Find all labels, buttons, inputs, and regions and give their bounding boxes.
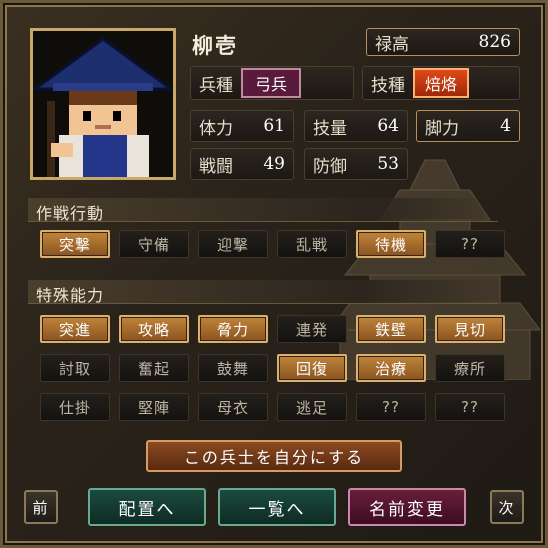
unit-portrait [30,28,176,180]
tactic-button[interactable]: 突撃 [40,230,110,258]
tactic-button[interactable]: 迎撃 [198,230,268,258]
ability-button[interactable]: 鉄壁 [356,315,426,343]
unit-type-box: 兵種 弓兵 [190,66,354,100]
deploy-button[interactable]: 配置へ [88,488,206,526]
tactic-label: 乱戦 [295,235,328,254]
unit-name: 柳壱 [192,34,238,58]
tactic-button[interactable]: 待機 [356,230,426,258]
rename-label: 名前変更 [369,499,445,520]
stat-skill: 技量 64 [304,110,408,142]
castle-background-icon [330,159,540,380]
archer-portrait-icon [33,31,173,177]
ability-button[interactable]: ?? [356,393,426,421]
ability-label: 討取 [58,359,91,378]
ability-label: ?? [461,398,479,416]
ability-label: ?? [382,398,400,416]
stat-label: 体力 [199,118,233,139]
ability-label: 逃足 [295,398,328,417]
ability-label: 鉄壁 [374,320,407,339]
ability-label: 治療 [374,359,407,378]
ability-button[interactable]: 脅力 [198,315,268,343]
stat-combat: 戦闘 49 [190,148,294,180]
stat-value: 53 [377,154,399,174]
next-button[interactable]: 次 [490,490,524,524]
ability-button[interactable]: 鼓舞 [198,354,268,382]
ability-button[interactable]: 連発 [277,315,347,343]
ability-label: 鼓舞 [216,359,249,378]
tactic-label: 突撃 [58,235,91,254]
ability-label: 堅陣 [137,398,170,417]
tactic-button[interactable]: 乱戦 [277,230,347,258]
prev-button[interactable]: 前 [24,490,58,524]
ability-label: 奮起 [137,359,170,378]
tactic-button[interactable]: 守備 [119,230,189,258]
tactics-header: 作戦行動 [28,198,498,223]
tactic-label: 待機 [374,235,407,254]
ability-button[interactable]: 突進 [40,315,110,343]
unit-type-label: 兵種 [199,75,233,96]
tactic-label: 守備 [137,235,170,254]
ability-button[interactable]: ?? [435,393,505,421]
ability-label: 連発 [295,320,328,339]
stat-value: 4 [500,116,511,136]
tactic-label: 迎撃 [216,235,249,254]
ability-button[interactable]: 治療 [356,354,426,382]
salary-box: 禄高 826 [366,28,520,56]
stat-hp: 体力 61 [190,110,294,142]
tactic-button[interactable]: ?? [435,230,505,258]
ability-button[interactable]: 討取 [40,354,110,382]
deploy-label: 配置へ [118,499,176,520]
ability-label: 見切 [453,320,486,339]
tactic-label: ?? [461,235,479,253]
ability-button[interactable]: 逃足 [277,393,347,421]
stat-value: 49 [263,154,285,174]
tactics-title: 作戦行動 [36,204,105,223]
stat-defense: 防御 53 [304,148,408,180]
stat-label: 防御 [313,156,347,177]
recruit-button[interactable]: この兵士を自分にする [146,440,402,472]
unit-type-value: 弓兵 [241,68,302,98]
ability-button[interactable]: 見切 [435,315,505,343]
recruit-label: この兵士を自分にする [183,448,365,467]
ability-button[interactable]: 母衣 [198,393,268,421]
salary-value: 826 [478,32,511,52]
abilities-header: 特殊能力 [28,280,498,305]
skill-type-value: 焙烙 [413,68,470,98]
ability-label: 攻略 [137,320,170,339]
ability-label: 脅力 [216,320,249,339]
ability-button[interactable]: 療所 [435,354,505,382]
ability-button[interactable]: 奮起 [119,354,189,382]
stat-label: 戦闘 [199,156,233,177]
ability-label: 回復 [295,359,328,378]
stat-label: 脚力 [425,118,459,139]
ability-button[interactable]: 回復 [277,354,347,382]
abilities-title: 特殊能力 [36,286,105,305]
skill-type-box: 技種 焙烙 [362,66,520,100]
list-label: 一覧へ [248,499,306,520]
stat-value: 61 [263,116,285,136]
ability-button[interactable]: 仕掛 [40,393,110,421]
ability-button[interactable]: 攻略 [119,315,189,343]
skill-type-label: 技種 [371,75,405,96]
prev-label: 前 [32,498,50,517]
salary-label: 禄高 [375,34,409,55]
list-button[interactable]: 一覧へ [218,488,336,526]
stat-value: 64 [377,116,399,136]
ability-label: 仕掛 [58,398,91,417]
rename-button[interactable]: 名前変更 [348,488,466,526]
ability-label: 母衣 [216,398,249,417]
next-label: 次 [498,498,516,517]
stat-speed: 脚力 4 [416,110,520,142]
ability-label: 療所 [453,359,486,378]
stat-label: 技量 [313,118,347,139]
ability-label: 突進 [58,320,91,339]
ability-button[interactable]: 堅陣 [119,393,189,421]
